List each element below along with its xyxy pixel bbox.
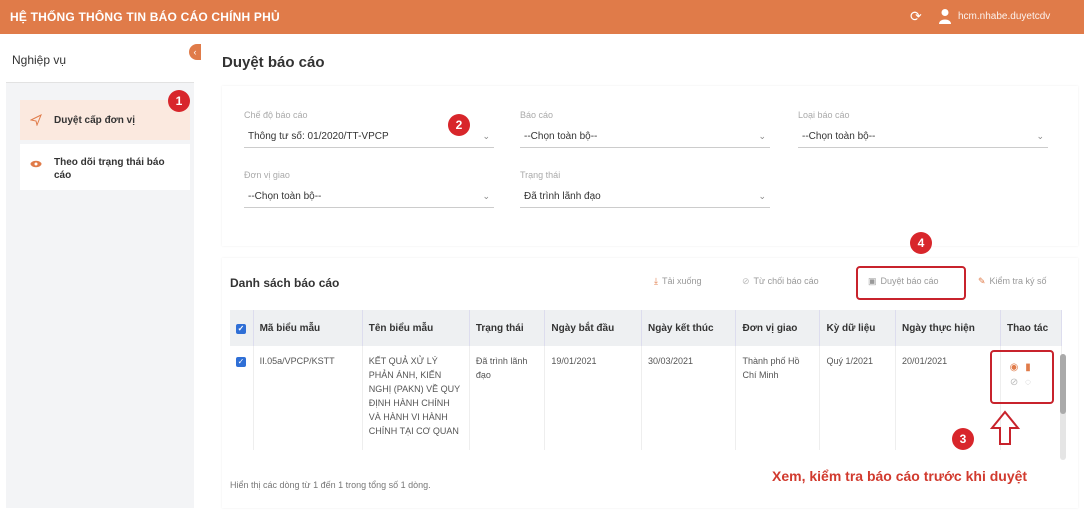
loai-bao-cao-select[interactable]: --Chọn toàn bộ-- ⌄ xyxy=(798,126,1048,148)
chevron-down-icon: ⌄ xyxy=(482,131,490,141)
sidebar-header: Nghiệp vụ xyxy=(6,38,194,83)
column-header[interactable]: Kỳ dữ liệu xyxy=(819,310,897,346)
column-header[interactable]: Ngày bắt đầu xyxy=(544,310,642,346)
user-name[interactable]: hcm.nhabe.duyetcdv xyxy=(958,11,1050,22)
select-all-checkbox[interactable]: ✓ xyxy=(230,310,254,346)
cell-ten-bieu-mau: KẾT QUẢ XỬ LÝ PHẢN ÁNH, KIẾN NGHỊ (PAKN)… xyxy=(368,356,460,436)
table-scrollbar[interactable] xyxy=(1060,354,1066,460)
cell-ngay-ket-thuc: 30/03/2021 xyxy=(641,346,737,450)
eye-icon xyxy=(30,160,42,168)
table-footer-info: Hiển thị các dòng từ 1 đến 1 trong tổng … xyxy=(230,480,431,490)
trang-thai-value: Đã trình lãnh đạo xyxy=(524,191,601,202)
sidebar-item-theo-doi-trang-thai[interactable]: Theo dõi trạng thái báo cáo xyxy=(20,144,190,190)
verify-signature-label: Kiểm tra ký số xyxy=(989,276,1047,286)
column-header[interactable]: Mã biểu mẫu xyxy=(253,310,363,346)
download-label: Tải xuống xyxy=(661,276,702,286)
sidebar-item-label: Theo dõi trạng thái báo cáo xyxy=(54,157,165,181)
loai-bao-cao-value: --Chọn toàn bộ-- xyxy=(802,131,876,142)
verify-signature-button[interactable]: ✎ Kiểm tra ký số xyxy=(978,276,1047,287)
step-marker-3: 3 xyxy=(952,428,974,450)
cell-ngay-bat-dau: 19/01/2021 xyxy=(544,346,642,450)
cell-ky-du-lieu: Quý 1/2021 xyxy=(819,346,897,450)
reject-icon: ⊘ xyxy=(742,276,750,286)
signature-icon: ✎ xyxy=(978,276,986,286)
cell-ten-bieu-mau-wrap: KẾT QUẢ XỬ LÝ PHẢN ÁNH, KIẾN NGHỊ (PAKN)… xyxy=(362,346,470,450)
user-icon[interactable] xyxy=(938,8,952,24)
chevron-down-icon: ⌄ xyxy=(758,131,766,141)
chevron-down-icon: ⌄ xyxy=(482,191,490,201)
download-button[interactable]: ⤓ Tải xuống xyxy=(654,276,702,287)
report-list-title: Danh sách báo cáo xyxy=(230,276,340,290)
column-header[interactable]: Trạng thái xyxy=(469,310,546,346)
filter-label-loai-bao-cao: Loại báo cáo xyxy=(798,110,850,120)
filter-panel: Chế độ báo cáo Thông tư số: 01/2020/TT-V… xyxy=(222,86,1078,246)
column-header[interactable]: Đơn vị giao xyxy=(735,310,821,346)
sidebar-collapse-icon[interactable]: ‹ xyxy=(189,44,201,60)
approve-highlight-box xyxy=(856,266,966,300)
step-marker-4: 4 xyxy=(910,232,932,254)
table-row[interactable]: ✓ II.05a/VPCP/KSTT KẾT QUẢ XỬ LÝ PHẢN ÁN… xyxy=(230,346,1062,450)
table-header-row: ✓ Mã biểu mẫu Tên biểu mẫu Trạng thái Ng… xyxy=(230,310,1062,346)
actions-highlight-box xyxy=(990,350,1054,404)
column-header[interactable]: Ngày kết thúc xyxy=(641,310,737,346)
che-do-value: Thông tư số: 01/2020/TT-VPCP xyxy=(248,131,389,142)
bao-cao-select[interactable]: --Chọn toàn bộ-- ⌄ xyxy=(520,126,770,148)
row-checkbox[interactable]: ✓ xyxy=(230,346,254,450)
don-vi-giao-value: --Chọn toàn bộ-- xyxy=(248,191,322,202)
cell-don-vi-giao: Thành phố Hồ Chí Minh xyxy=(735,346,821,450)
filter-label-che-do: Chế độ báo cáo xyxy=(244,110,308,120)
reject-button[interactable]: ⊘ Từ chối báo cáo xyxy=(742,276,819,287)
cell-ngay-thuc-hien: 20/01/2021 xyxy=(895,346,1002,450)
trang-thai-select[interactable]: Đã trình lãnh đạo ⌄ xyxy=(520,186,770,208)
filter-label-bao-cao: Báo cáo xyxy=(520,110,554,120)
cell-ma-bieu-mau: II.05a/VPCP/KSTT xyxy=(253,346,363,450)
filter-label-don-vi-giao: Đơn vị giao xyxy=(244,170,290,180)
reject-label: Từ chối báo cáo xyxy=(753,276,819,286)
report-table: ✓ Mã biểu mẫu Tên biểu mẫu Trạng thái Ng… xyxy=(230,310,1062,450)
step-marker-1: 1 xyxy=(168,90,190,112)
download-icon: ⤓ xyxy=(654,276,658,286)
sidebar: Nghiệp vụ ‹ Duyệt cấp đơn vị Theo dõi tr… xyxy=(6,38,201,508)
cell-trang-thai: Đã trình lãnh đạo xyxy=(469,346,546,450)
send-icon xyxy=(30,114,42,126)
arrow-up-icon xyxy=(990,410,1020,445)
bao-cao-value: --Chọn toàn bộ-- xyxy=(524,131,598,142)
sidebar-title: Nghiệp vụ xyxy=(12,53,67,67)
don-vi-giao-select[interactable]: --Chọn toàn bộ-- ⌄ xyxy=(244,186,494,208)
page-title: Duyệt báo cáo xyxy=(222,54,325,71)
column-header: Thao tác xyxy=(1000,310,1062,346)
top-bar: HỆ THỐNG THÔNG TIN BÁO CÁO CHÍNH PHỦ ⟳ h… xyxy=(0,0,1084,34)
app-title: HỆ THỐNG THÔNG TIN BÁO CÁO CHÍNH PHỦ xyxy=(10,10,280,24)
filter-label-trang-thai: Trạng thái xyxy=(520,170,561,180)
step-marker-2: 2 xyxy=(448,114,470,136)
annotation-caption: Xem, kiểm tra báo cáo trước khi duyệt xyxy=(772,468,1028,484)
scroll-thumb[interactable] xyxy=(1060,354,1066,414)
sidebar-item-duyet-cap-don-vi[interactable]: Duyệt cấp đơn vị xyxy=(20,100,190,140)
refresh-icon[interactable]: ⟳ xyxy=(910,8,922,25)
sidebar-item-label: Duyệt cấp đơn vị xyxy=(54,115,136,126)
column-header[interactable]: Tên biểu mẫu xyxy=(362,310,470,346)
chevron-down-icon: ⌄ xyxy=(1036,131,1044,141)
chevron-down-icon: ⌄ xyxy=(758,191,766,201)
column-header[interactable]: Ngày thực hiện xyxy=(895,310,1002,346)
